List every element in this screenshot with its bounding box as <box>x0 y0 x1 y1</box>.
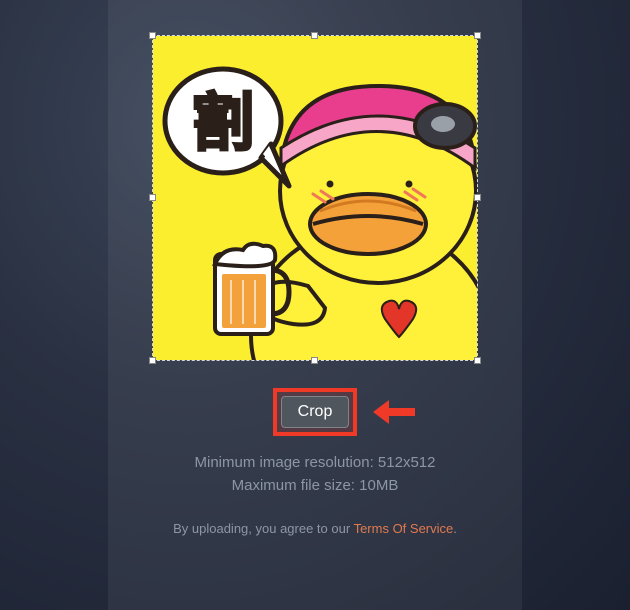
crop-handle-bottom-right[interactable] <box>474 357 481 364</box>
uploaded-image-preview: 割 <box>153 36 477 360</box>
upload-requirements: Minimum image resolution: 512x512 Maximu… <box>195 452 436 497</box>
crop-handle-bottom-center[interactable] <box>311 357 318 364</box>
crop-button-row: Crop <box>281 396 350 428</box>
agreement-suffix: . <box>453 521 457 536</box>
terms-of-service-link[interactable]: Terms Of Service <box>354 521 454 536</box>
crop-button[interactable]: Crop <box>281 396 350 428</box>
agreement-text: By uploading, you agree to our Terms Of … <box>173 521 457 536</box>
upload-panel: 割 Crop Minimum image resolution: 512x512… <box>108 0 522 610</box>
max-filesize-text: Maximum file size: 10MB <box>195 475 436 498</box>
crop-handle-top-left[interactable] <box>149 32 156 39</box>
crop-handle-top-center[interactable] <box>311 32 318 39</box>
min-resolution-text: Minimum image resolution: 512x512 <box>195 452 436 475</box>
tutorial-arrow-icon <box>373 400 415 424</box>
crop-handle-top-right[interactable] <box>474 32 481 39</box>
crop-handle-bottom-left[interactable] <box>149 357 156 364</box>
crop-area[interactable]: 割 <box>153 36 477 360</box>
crop-handle-middle-left[interactable] <box>149 194 156 201</box>
crop-handle-middle-right[interactable] <box>474 194 481 201</box>
agreement-prefix: By uploading, you agree to our <box>173 521 353 536</box>
svg-text:割: 割 <box>192 89 254 158</box>
